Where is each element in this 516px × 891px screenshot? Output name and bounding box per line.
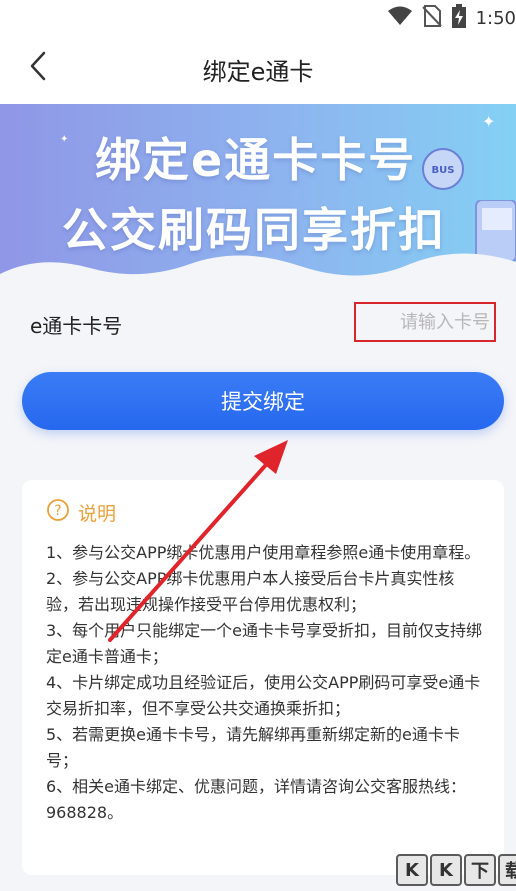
status-icons: 1:50 [387, 4, 516, 32]
wifi-icon [387, 6, 412, 30]
list-item: 2、参与公交APP绑卡优惠用户本人接受后台卡片真实性核验，若出现违规操作接受平台… [46, 569, 455, 614]
nav-bar: 绑定e通卡 [0, 32, 516, 104]
promo-banner: ✦ ✦ 绑定e通卡卡号 公交刷码同享折扣 BUS [0, 104, 516, 294]
sparkle-icon: ✦ [482, 112, 496, 131]
instructions-card: ? 说明 1、参与公交APP绑卡优惠用户使用章程参照e通卡使用章程。 2、参与公… [22, 480, 504, 875]
instructions-list: 1、参与公交APP绑卡优惠用户使用章程参照e通卡使用章程。 2、参与公交APP绑… [46, 540, 486, 826]
watermark-char: K [396, 854, 428, 886]
card-number-label: e通卡卡号 [30, 314, 123, 338]
list-item: 4、卡片绑定成功且经验证后，使用公交APP刷码可享受e通卡交易折扣率，但不享受公… [46, 673, 481, 718]
watermark-char: 载 [498, 854, 516, 886]
battery-charging-icon [451, 4, 466, 32]
watermark-char: 下 [464, 854, 496, 886]
list-item: 6、相关e通卡绑定、优惠问题，详情请咨询公交客服热线：968828。 [46, 777, 467, 822]
list-item: 1、参与公交APP绑卡优惠用户使用章程参照e通卡使用章程。 [46, 543, 481, 562]
bus-badge-text: BUS [432, 165, 455, 176]
svg-text:?: ? [54, 503, 61, 519]
list-item: 5、若需更换e通卡卡号，请先解绑再重新绑定新的e通卡卡号； [46, 725, 460, 770]
status-bar: 1:50 [0, 0, 516, 32]
watermark-logo: K K 下 载 [396, 854, 516, 886]
card-number-input[interactable] [354, 302, 496, 342]
bus-badge: BUS [420, 146, 466, 196]
instructions-header: ? 说明 [46, 498, 116, 526]
card-number-row: e通卡卡号 [0, 294, 516, 356]
watermark-char: K [430, 854, 462, 886]
banner-wave [0, 253, 516, 294]
submit-bind-button[interactable]: 提交绑定 [22, 372, 504, 430]
instructions-title: 说明 [78, 502, 117, 525]
page-title: 绑定e通卡 [202, 58, 314, 86]
banner-headline: 绑定e通卡卡号 [95, 133, 417, 187]
status-time: 1:50 [475, 7, 516, 29]
list-item: 3、每个用户只能绑定一个e通卡卡号享受折扣，目前仅支持绑定e通卡普通卡； [46, 621, 483, 666]
no-sim-icon [421, 5, 442, 31]
question-circle-icon: ? [46, 498, 70, 526]
sparkle-icon: ✦ [60, 134, 69, 145]
